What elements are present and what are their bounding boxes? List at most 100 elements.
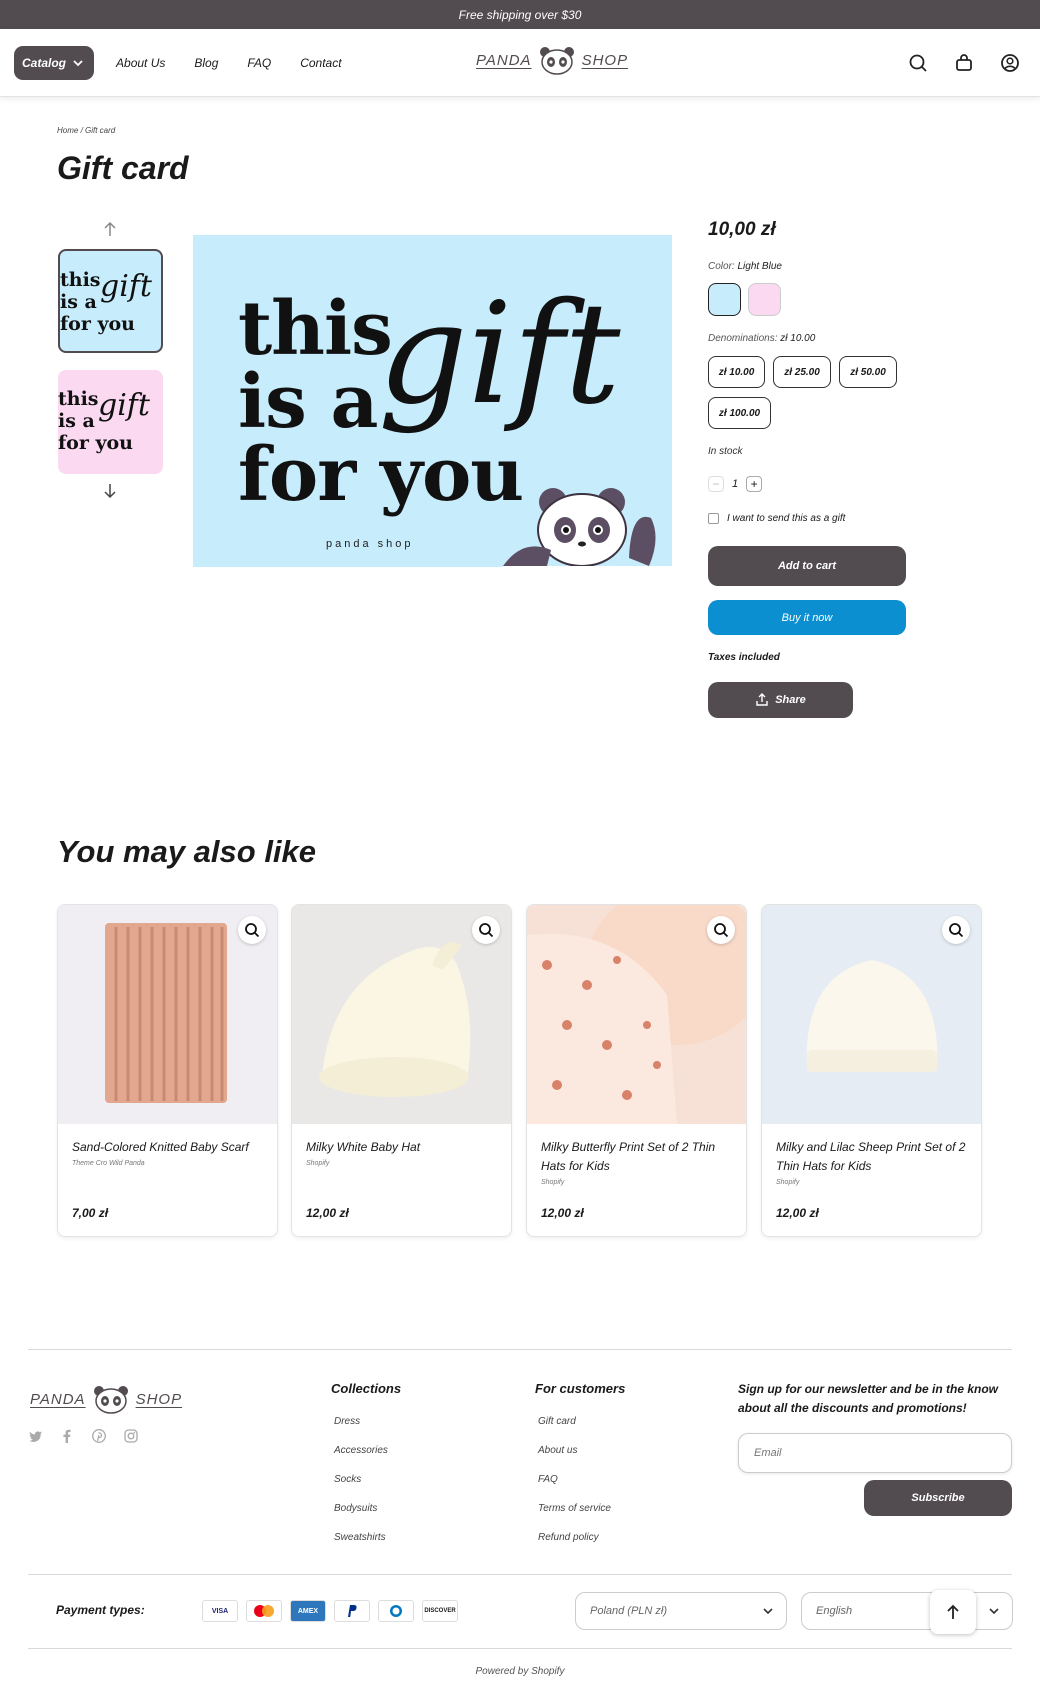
- site-header: Catalog About Us Blog FAQ Contact PANDA …: [0, 29, 1040, 97]
- quick-view-search-icon[interactable]: [472, 916, 500, 944]
- site-logo[interactable]: PANDA SHOP: [476, 45, 628, 75]
- search-icon[interactable]: [906, 51, 930, 75]
- gift-checkbox[interactable]: [708, 513, 719, 524]
- footer-link-socks[interactable]: Socks: [334, 1474, 361, 1485]
- thumbnail-pink[interactable]: this is a for you gift: [58, 370, 163, 474]
- visa-icon: VISA: [202, 1600, 238, 1622]
- denomination-option[interactable]: zł 50.00: [839, 356, 897, 388]
- chevron-down-icon: [989, 1608, 999, 1615]
- footer-divider: [28, 1349, 1012, 1350]
- color-value: Light Blue: [737, 261, 782, 272]
- stock-status: In stock: [708, 446, 743, 457]
- nav-contact[interactable]: Contact: [300, 56, 341, 70]
- payment-icons: VISA AMEX DISCOVER: [202, 1600, 458, 1622]
- product-price: 12,00 zł: [541, 1206, 584, 1220]
- amex-icon: AMEX: [290, 1600, 326, 1622]
- product-name: Sand-Colored Knitted Baby Scarf: [72, 1140, 249, 1154]
- collections-title: Collections: [331, 1381, 402, 1396]
- footer-link-faq[interactable]: FAQ: [538, 1474, 558, 1485]
- thumb-down-arrow-icon[interactable]: [101, 482, 119, 500]
- add-to-cart-button[interactable]: Add to cart: [708, 546, 906, 586]
- powered-by[interactable]: Powered by Shopify: [0, 1666, 1040, 1677]
- gift-label: I want to send this as a gift: [727, 513, 846, 524]
- instagram-icon[interactable]: [124, 1429, 138, 1443]
- product-price: 10,00 zł: [708, 219, 776, 240]
- newsletter-text: Sign up for our newsletter and be in the…: [738, 1382, 999, 1415]
- product-main-image[interactable]: this is a for you gift panda shop: [193, 235, 672, 567]
- taxes-note: Taxes included: [708, 652, 780, 663]
- footer-link-accessories[interactable]: Accessories: [334, 1445, 388, 1456]
- main-nav: About Us Blog FAQ Contact: [116, 56, 342, 70]
- qty-value[interactable]: 1: [732, 478, 738, 490]
- footer-divider: [28, 1648, 1012, 1649]
- product-title: Gift card: [57, 150, 189, 186]
- panda-logo-icon: [539, 47, 574, 75]
- discover-icon: DISCOVER: [422, 1600, 458, 1622]
- subscribe-button[interactable]: Subscribe: [864, 1480, 1012, 1516]
- back-to-top-button[interactable]: [930, 1590, 976, 1634]
- gift-option: I want to send this as a gift: [708, 513, 845, 524]
- footer-link-refund[interactable]: Refund policy: [538, 1532, 599, 1543]
- footer-link-dress[interactable]: Dress: [334, 1416, 360, 1427]
- announcement-bar: Free shipping over $30: [0, 0, 1040, 29]
- twitter-icon[interactable]: [28, 1429, 42, 1443]
- swatch-pink[interactable]: [748, 283, 781, 316]
- email-input[interactable]: [738, 1433, 1012, 1473]
- logo-text-right: SHOP: [581, 51, 629, 69]
- share-label: Share: [775, 694, 806, 706]
- qty-minus-button[interactable]: −: [708, 476, 724, 492]
- nav-faq[interactable]: FAQ: [247, 56, 271, 70]
- quick-view-search-icon[interactable]: [942, 916, 970, 944]
- denomination-option[interactable]: zł 10.00: [708, 356, 765, 388]
- catalog-label: Catalog: [22, 55, 67, 70]
- quantity-stepper: − 1 +: [708, 476, 763, 492]
- country-value: Poland (PLN zł): [590, 1605, 668, 1617]
- chevron-down-icon: [763, 1608, 773, 1615]
- product-card[interactable]: Milky and Lilac Sheep Print Set of 2 Thi…: [761, 904, 982, 1237]
- footer-link-sweatshirts[interactable]: Sweatshirts: [334, 1532, 386, 1543]
- facebook-icon[interactable]: [60, 1429, 74, 1443]
- footer-link-about-us[interactable]: About us: [538, 1445, 577, 1456]
- breadcrumb[interactable]: Home / Gift card: [57, 126, 115, 135]
- thumb-script: gift: [100, 269, 152, 304]
- qty-plus-button[interactable]: +: [746, 476, 763, 492]
- footer-logo[interactable]: PANDA SHOP: [30, 1384, 182, 1414]
- catalog-button[interactable]: Catalog: [14, 45, 95, 80]
- product-card[interactable]: Sand-Colored Knitted Baby Scarf Theme Cr…: [57, 904, 278, 1237]
- cart-icon[interactable]: [952, 51, 976, 75]
- footer-link-gift-card[interactable]: Gift card: [538, 1416, 576, 1427]
- chevron-down-icon: [73, 59, 83, 66]
- image-subtitle: panda shop: [326, 538, 414, 550]
- product-card[interactable]: Milky White Baby Hat Shopify 12,00 zł: [291, 904, 512, 1237]
- footer-link-bodysuits[interactable]: Bodysuits: [334, 1503, 377, 1514]
- denomination-option[interactable]: zł 25.00: [773, 356, 831, 388]
- language-value: English: [816, 1605, 853, 1617]
- payment-types-label: Payment types:: [56, 1603, 145, 1617]
- footer-logo-text-left: PANDA: [30, 1390, 86, 1408]
- buy-now-button[interactable]: Buy it now: [708, 600, 906, 635]
- footer-divider: [28, 1574, 1012, 1575]
- related-title: You may also like: [57, 834, 317, 869]
- panda-mascot-icon: [503, 488, 672, 567]
- header-actions: [906, 51, 1022, 75]
- language-selector[interactable]: English: [801, 1592, 1013, 1630]
- quick-view-search-icon[interactable]: [238, 916, 266, 944]
- product-card[interactable]: Milky Butterfly Print Set of 2 Thin Hats…: [526, 904, 747, 1237]
- product-vendor: Shopify: [776, 1179, 800, 1186]
- footer-link-terms[interactable]: Terms of service: [538, 1503, 611, 1514]
- nav-about-us[interactable]: About Us: [116, 56, 165, 70]
- share-button[interactable]: Share: [708, 682, 853, 718]
- thumb-up-arrow-icon[interactable]: [101, 220, 119, 238]
- footer-logo-text-right: SHOP: [135, 1390, 183, 1408]
- diners-icon: [378, 1600, 414, 1622]
- pinterest-icon[interactable]: [92, 1429, 106, 1443]
- country-selector[interactable]: Poland (PLN zł): [575, 1592, 787, 1630]
- arrow-up-icon: [947, 1604, 959, 1619]
- quick-view-search-icon[interactable]: [707, 916, 735, 944]
- swatch-light-blue[interactable]: [708, 283, 741, 316]
- denomination-option[interactable]: zł 100.00: [708, 397, 771, 429]
- thumbnail-light-blue[interactable]: this is a for you gift: [58, 249, 163, 353]
- account-icon[interactable]: [998, 51, 1022, 75]
- nav-blog[interactable]: Blog: [194, 56, 218, 70]
- mastercard-icon: [246, 1600, 282, 1622]
